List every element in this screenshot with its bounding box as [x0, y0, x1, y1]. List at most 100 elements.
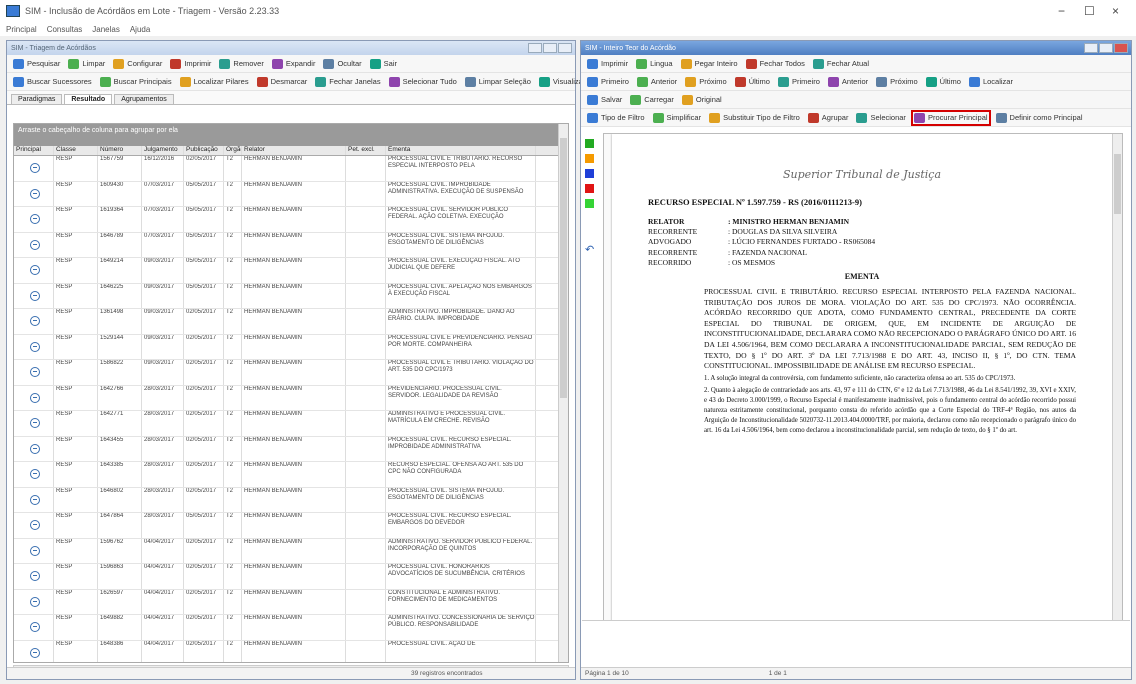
right-tb1-button-4[interactable]: Fechar Atual: [812, 58, 869, 69]
menu-consultas[interactable]: Consultas: [47, 25, 83, 34]
table-row[interactable]: RESP 1619364 07/03/2017 05/05/2017 T2 HERMAN …: [14, 207, 568, 233]
right-tb2-button-2[interactable]: Próximo: [685, 76, 727, 87]
tab-agrupamentos[interactable]: Agrupamentos: [114, 94, 174, 104]
left-tb2-button-6[interactable]: Limpar Seleção: [464, 76, 531, 87]
expand-icon[interactable]: [29, 290, 40, 301]
expand-icon[interactable]: [29, 239, 40, 250]
expand-cell[interactable]: [14, 411, 54, 436]
column-header-4[interactable]: Publicação: [184, 146, 224, 155]
expand-icon[interactable]: [29, 367, 40, 378]
left-tb1-button-3[interactable]: Imprimir: [170, 58, 211, 69]
right-tb2-button-5[interactable]: Anterior: [827, 76, 868, 87]
table-row[interactable]: RESP 1361498 09/03/2017 02/05/2017 T2 HERMAN …: [14, 309, 568, 335]
table-row[interactable]: RESP 1586822 09/03/2017 02/05/2017 T2 HERMAN …: [14, 360, 568, 386]
right-tb2-button-1[interactable]: Anterior: [636, 76, 677, 87]
color-swatch[interactable]: [585, 154, 594, 163]
right-tb4-button-4[interactable]: Selecionar: [856, 112, 906, 123]
column-header-5[interactable]: Órgão: [224, 146, 242, 155]
expand-cell[interactable]: [14, 207, 54, 232]
right-tb4-button-1[interactable]: Simplificar: [652, 112, 701, 123]
right-tb3-button-1[interactable]: Carregar: [630, 94, 674, 105]
expand-icon[interactable]: [29, 265, 40, 276]
expand-icon[interactable]: [29, 647, 40, 658]
table-row[interactable]: RESP 1646789 07/03/2017 05/05/2017 T2 HERMAN …: [14, 232, 568, 258]
expand-cell[interactable]: [14, 385, 54, 410]
left-tb1-button-1[interactable]: Limpar: [68, 58, 105, 69]
expand-cell[interactable]: [14, 360, 54, 385]
right-tb2-button-3[interactable]: Último: [734, 76, 770, 87]
expand-cell[interactable]: [14, 615, 54, 640]
left-tb1-button-5[interactable]: Expandir: [271, 58, 315, 69]
right-pane-controls[interactable]: [1084, 43, 1131, 53]
column-header-8[interactable]: Ementa: [386, 146, 536, 155]
expand-cell[interactable]: [14, 283, 54, 308]
expand-icon[interactable]: [29, 545, 40, 556]
expand-icon[interactable]: [29, 341, 40, 352]
table-row[interactable]: RESP 1649882 04/04/2017 02/05/2017 T2 HERMAN …: [14, 615, 568, 641]
left-tb2-button-2[interactable]: Localizar Pilares: [179, 76, 249, 87]
right-tb4-button-2[interactable]: Substituir Tipo de Filtro: [709, 112, 800, 123]
table-row[interactable]: RESP 1626597 04/04/2017 02/05/2017 T2 HERMAN …: [14, 589, 568, 615]
expand-icon[interactable]: [29, 443, 40, 454]
table-row[interactable]: RESP 1643455 28/03/2017 02/05/2017 T2 HERMAN …: [14, 436, 568, 462]
expand-cell[interactable]: [14, 436, 54, 461]
table-row[interactable]: RESP 1529144 09/03/2017 02/05/2017 T2 HERMAN …: [14, 334, 568, 360]
expand-icon[interactable]: [29, 418, 40, 429]
expand-icon[interactable]: [29, 163, 40, 174]
expand-icon[interactable]: [29, 520, 40, 531]
table-row[interactable]: RESP 1648386 04/04/2017 02/05/2017 T2 HERMAN …: [14, 640, 568, 662]
expand-cell[interactable]: [14, 462, 54, 487]
menu-ajuda[interactable]: Ajuda: [130, 25, 150, 34]
table-row[interactable]: RESP 1567759 16/12/2016 02/05/2017 T2 HERMAN …: [14, 156, 568, 182]
expand-icon[interactable]: [29, 188, 40, 199]
right-tb4-button-0[interactable]: Tipo de Filtro: [587, 112, 645, 123]
column-header-6[interactable]: Relator: [242, 146, 346, 155]
left-tb2-button-0[interactable]: Buscar Sucessores: [13, 76, 92, 87]
tab-paradigmas[interactable]: Paradigmas: [11, 94, 63, 104]
color-swatch[interactable]: [585, 169, 594, 178]
left-tb2-button-5[interactable]: Selecionar Tudo: [388, 76, 457, 87]
left-tb2-button-1[interactable]: Buscar Principais: [99, 76, 172, 87]
expand-cell[interactable]: [14, 232, 54, 257]
close-button[interactable]: ×: [1112, 4, 1119, 18]
table-row[interactable]: RESP 1649214 09/03/2017 05/05/2017 T2 HERMAN …: [14, 258, 568, 284]
right-tb2-button-6[interactable]: Próximo: [876, 76, 918, 87]
expand-cell[interactable]: [14, 334, 54, 359]
right-tb2-button-8[interactable]: Localizar: [968, 76, 1013, 87]
expand-cell[interactable]: [14, 538, 54, 563]
right-tb2-button-0[interactable]: Primeiro: [587, 76, 629, 87]
table-row[interactable]: RESP 1647864 28/03/2017 05/05/2017 T2 HERMAN …: [14, 513, 568, 539]
column-header-2[interactable]: Número: [98, 146, 142, 155]
expand-icon[interactable]: [29, 494, 40, 505]
undo-icon[interactable]: ↶: [585, 243, 594, 256]
right-tb1-button-2[interactable]: Pegar Inteiro: [680, 58, 738, 69]
left-tb1-button-2[interactable]: Configurar: [113, 58, 162, 69]
color-swatch[interactable]: [585, 199, 594, 208]
left-pane-controls[interactable]: [528, 43, 575, 53]
left-tb2-button-7[interactable]: Visualizar: [538, 76, 585, 87]
expand-cell[interactable]: [14, 487, 54, 512]
expand-cell[interactable]: [14, 589, 54, 614]
table-row[interactable]: RESP 1596863 04/04/2017 02/05/2017 T2 HERMAN …: [14, 564, 568, 590]
menu-principal[interactable]: Principal: [6, 25, 37, 34]
expand-cell[interactable]: [14, 309, 54, 334]
expand-icon[interactable]: [29, 214, 40, 225]
right-tb2-button-7[interactable]: Último: [925, 76, 961, 87]
left-tb1-button-7[interactable]: Sair: [369, 58, 397, 69]
expand-icon[interactable]: [29, 392, 40, 403]
expand-icon[interactable]: [29, 571, 40, 582]
table-row[interactable]: RESP 1646802 28/03/2017 02/05/2017 T2 HERMAN …: [14, 487, 568, 513]
expand-cell[interactable]: [14, 564, 54, 589]
grid-vertical-scrollbar[interactable]: [558, 124, 568, 662]
right-tb3-button-0[interactable]: Salvar: [587, 94, 622, 105]
column-header-1[interactable]: Classe: [54, 146, 98, 155]
left-tb2-button-3[interactable]: Desmarcar: [256, 76, 307, 87]
right-tb2-button-4[interactable]: Primeiro: [777, 76, 820, 87]
expand-cell[interactable]: [14, 258, 54, 283]
expand-icon[interactable]: [29, 622, 40, 633]
column-header-3[interactable]: Julgamento: [142, 146, 184, 155]
color-swatch[interactable]: [585, 184, 594, 193]
right-tb1-button-1[interactable]: Lingua: [636, 58, 673, 69]
right-tb1-button-3[interactable]: Fechar Todos: [745, 58, 805, 69]
right-tb3-button-2[interactable]: Original: [681, 94, 722, 105]
